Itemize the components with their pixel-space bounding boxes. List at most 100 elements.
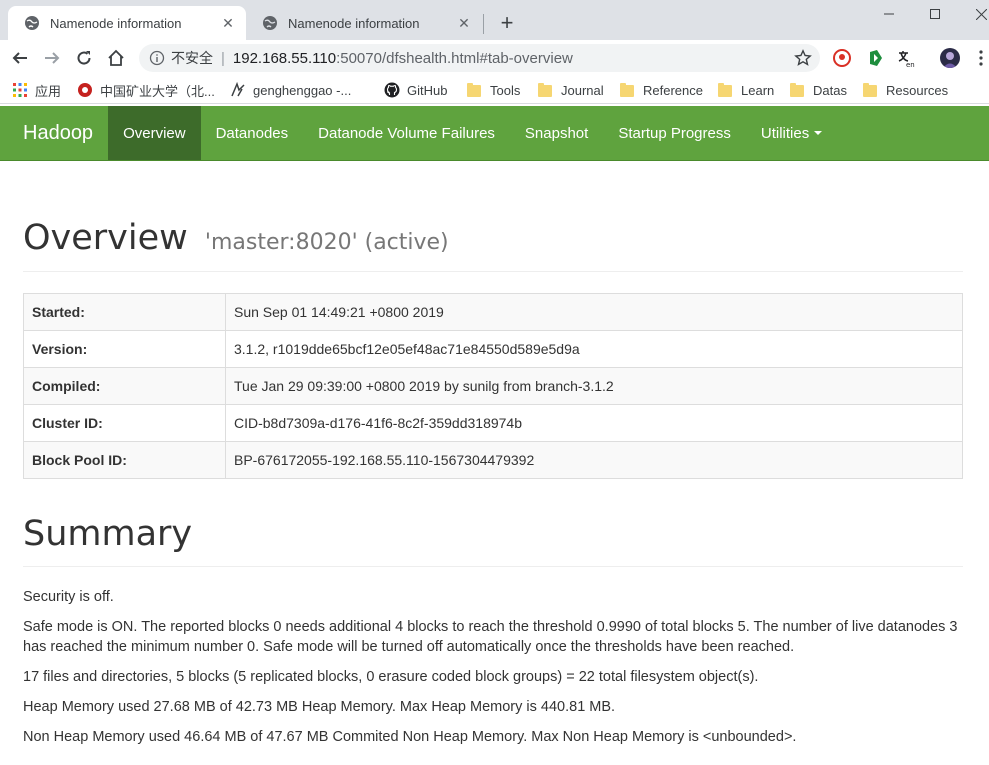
row-value: Sun Sep 01 14:49:21 +0800 2019 xyxy=(225,292,963,331)
reload-icon[interactable] xyxy=(72,46,96,70)
bookmark-folder-datas[interactable]: Datas xyxy=(790,76,847,104)
bookmark-star-icon[interactable] xyxy=(794,49,812,67)
tab-strip: Namenode information ✕ Namenode informat… xyxy=(0,0,989,40)
bookmark-label: Resources xyxy=(886,82,949,98)
row-value: Tue Jan 29 09:39:00 +0800 2019 by sunilg… xyxy=(225,366,963,405)
bookmark-university[interactable]: 中国矿业大学（北... xyxy=(77,76,215,104)
overview-heading: Overview 'master:8020' (active) xyxy=(23,161,963,272)
globe-icon xyxy=(262,15,278,31)
bookmark-profile[interactable]: genghenggao -... xyxy=(230,76,351,104)
table-row: Cluster ID: CID-b8d7309a-d176-41f6-8c2f-… xyxy=(23,403,963,442)
forward-icon[interactable] xyxy=(40,46,64,70)
nav-datanodes[interactable]: Datanodes xyxy=(201,106,304,160)
table-row: Block Pool ID: BP-676172055-192.168.55.1… xyxy=(23,440,963,479)
row-key: Started: xyxy=(23,292,226,331)
profile-icon xyxy=(230,82,246,98)
folder-icon xyxy=(790,82,806,98)
tab-separator xyxy=(483,14,484,34)
folder-icon xyxy=(467,82,483,98)
bookmark-label: Learn xyxy=(741,82,775,98)
extension-translate-icon[interactable]: en xyxy=(896,48,916,69)
tab-title: Namenode information xyxy=(288,15,420,31)
browser-toolbar: 不安全 | 192.168.55.110:50070/dfshealth.htm… xyxy=(0,40,989,76)
globe-icon xyxy=(24,15,40,31)
table-row: Started: Sun Sep 01 14:49:21 +0800 2019 xyxy=(23,292,963,331)
back-icon[interactable] xyxy=(8,46,32,70)
home-icon[interactable] xyxy=(104,46,128,70)
bookmark-label: Journal xyxy=(561,82,604,98)
summary-line-safe-mode: Safe mode is ON. The reported blocks 0 n… xyxy=(23,619,958,655)
github-icon xyxy=(384,82,400,98)
bookmark-github[interactable]: GitHub xyxy=(384,76,447,104)
maximize-icon[interactable] xyxy=(912,0,958,28)
brand-logo[interactable]: Hadoop xyxy=(0,106,108,160)
apps-grid-icon xyxy=(12,82,28,98)
bookmark-label: 中国矿业大学（北... xyxy=(100,83,215,99)
tab-title: Namenode information xyxy=(50,15,182,31)
browser-tab[interactable]: Namenode information ✕ xyxy=(246,6,482,40)
summary-section: Security is off. Safe mode is ON. The re… xyxy=(23,587,963,747)
summary-line-files: 17 files and directories, 5 blocks (5 re… xyxy=(23,669,759,685)
bookmark-label: Datas xyxy=(813,82,847,98)
info-icon[interactable] xyxy=(149,50,165,66)
close-tab-icon[interactable]: ✕ xyxy=(220,15,236,31)
summary-line-security: Security is off. xyxy=(23,589,114,605)
hadoop-navbar: Hadoop Overview Datanodes Datanode Volum… xyxy=(0,106,989,161)
table-row: Version: 3.1.2, r1019dde65bcf12e05ef48ac… xyxy=(23,329,963,368)
security-label: 不安全 xyxy=(171,50,213,66)
nav-overview[interactable]: Overview xyxy=(108,106,201,160)
bookmark-folder-resources[interactable]: Resources xyxy=(863,76,948,104)
nav-datanode-volume-failures[interactable]: Datanode Volume Failures xyxy=(303,106,510,160)
folder-icon xyxy=(863,82,879,98)
summary-heading: Summary xyxy=(23,479,963,567)
folder-icon xyxy=(718,82,734,98)
separator: | xyxy=(221,49,225,67)
row-key: Version: xyxy=(23,329,226,368)
svg-text:en: en xyxy=(906,61,915,68)
folder-icon xyxy=(620,82,636,98)
bookmark-folder-tools[interactable]: Tools xyxy=(467,76,520,104)
bookmark-label: Tools xyxy=(490,82,521,98)
row-key: Compiled: xyxy=(23,366,226,405)
extension-red-icon[interactable] xyxy=(832,48,852,68)
minimize-icon[interactable] xyxy=(866,0,912,28)
overview-table: Started: Sun Sep 01 14:49:21 +0800 2019 … xyxy=(23,292,963,479)
nav-utilities-dropdown[interactable]: Utilities xyxy=(746,106,837,160)
nav-snapshot[interactable]: Snapshot xyxy=(510,106,603,160)
web-page: Hadoop Overview Datanodes Datanode Volum… xyxy=(0,106,989,765)
nav-utilities-label: Utilities xyxy=(760,124,810,142)
row-value: BP-676172055-192.168.55.110-156730447939… xyxy=(225,440,963,479)
bookmark-label: Reference xyxy=(643,82,703,98)
university-icon xyxy=(77,82,93,98)
bookmarks-bar: 应用 中国矿业大学（北... genghenggao -... GitHub T… xyxy=(0,76,989,104)
browser-tab-active[interactable]: Namenode information ✕ xyxy=(8,6,246,40)
menu-kebab-icon[interactable] xyxy=(976,48,986,68)
bookmark-label: genghenggao -... xyxy=(253,82,352,98)
address-bar[interactable]: 不安全 | 192.168.55.110:50070/dfshealth.htm… xyxy=(139,44,820,72)
bookmark-folder-journal[interactable]: Journal xyxy=(538,76,604,104)
close-tab-icon[interactable]: ✕ xyxy=(456,15,472,31)
row-value: CID-b8d7309a-d176-41f6-8c2f-359dd318974b xyxy=(225,403,963,442)
bookmark-label: GitHub xyxy=(407,82,448,98)
bookmark-folder-reference[interactable]: Reference xyxy=(620,76,703,104)
summary-line-heap-memory: Heap Memory used 27.68 MB of 42.73 MB He… xyxy=(23,699,616,715)
url-path: :50070/dfshealth.html#tab-overview xyxy=(336,49,573,67)
summary-title: Summary xyxy=(23,513,193,554)
caret-down-icon xyxy=(814,131,823,135)
bookmark-apps[interactable]: 应用 xyxy=(12,76,61,104)
url-host: 192.168.55.110 xyxy=(232,49,337,67)
folder-icon xyxy=(538,82,554,98)
extension-green-icon[interactable] xyxy=(866,48,886,68)
avatar[interactable] xyxy=(940,48,960,68)
close-window-icon[interactable] xyxy=(958,0,989,28)
summary-line-non-heap-memory: Non Heap Memory used 46.64 MB of 47.67 M… xyxy=(23,729,797,745)
bookmark-folder-learn[interactable]: Learn xyxy=(718,76,774,104)
nav-startup-progress[interactable]: Startup Progress xyxy=(603,106,746,160)
overview-title: Overview xyxy=(23,218,188,258)
row-value: 3.1.2, r1019dde65bcf12e05ef48ac71e84550d… xyxy=(225,329,963,368)
row-key: Block Pool ID: xyxy=(23,440,226,479)
new-tab-icon[interactable]: + xyxy=(494,10,520,36)
main-content: Overview 'master:8020' (active) Started:… xyxy=(0,161,989,747)
overview-subtitle: 'master:8020' (active) xyxy=(204,230,449,255)
table-row: Compiled: Tue Jan 29 09:39:00 +0800 2019… xyxy=(23,366,963,405)
